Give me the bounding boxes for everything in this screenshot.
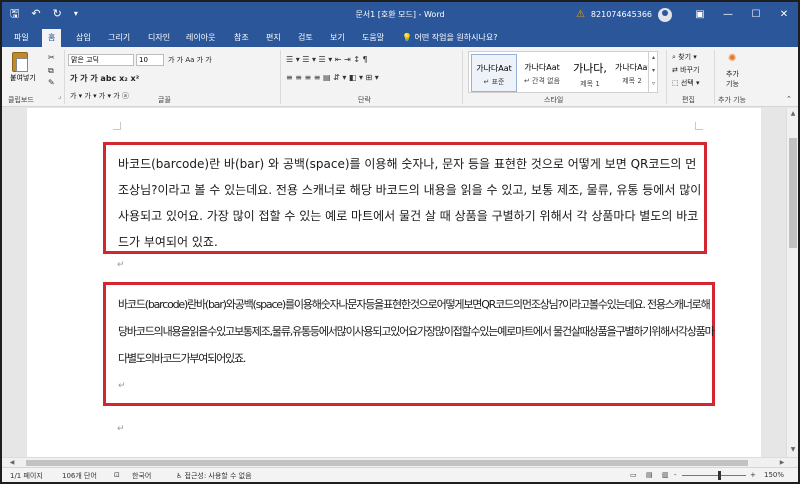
scroll-up-icon[interactable]: ▲ [787,110,798,117]
horizontal-scroll-thumb[interactable] [26,460,748,466]
tab-insert[interactable]: 삽입 [76,32,91,43]
format-painter-icon[interactable]: ✎ [48,78,55,87]
highlight-box-2: 바코드(barcode)란바(bar)와공백(space)를이용해숫자나문자등을… [103,282,715,406]
style-no-spacing[interactable]: 가나다Aat ↵ 간격 없음 [519,54,565,92]
bullets-icon[interactable]: ☰ ▾ ☰ ▾ ☰ ▾ ⇤ ⇥ ↕ ¶ [286,55,368,64]
page[interactable]: 바코드(barcode)란 바(bar) 와 공백(space)를 이용해 숫자… [27,108,761,457]
style-normal[interactable]: 가나다Aat ↵ 표준 [471,54,517,92]
tab-review[interactable]: 검토 [298,32,313,43]
find-button[interactable]: ⌕ 찾기 ▾ [672,52,697,62]
tab-layout[interactable]: 레이아웃 [186,32,215,43]
scroll-left-icon[interactable]: ◀ [6,459,18,466]
avatar[interactable] [658,7,672,22]
addins-button-line2[interactable]: 기능 [726,79,739,89]
tab-help[interactable]: 도움말 [362,32,384,43]
divider [280,50,281,104]
accessibility-status[interactable]: ♿ 접근성: 사용할 수 없음 [176,471,252,481]
tab-home[interactable]: 홈 [42,29,62,47]
zoom-in-button[interactable]: + [750,471,756,479]
align-icons[interactable]: ≡ ≡ ≡ ≡ ▤ ⇵ ▾ ◧ ▾ ⊞ ▾ [286,73,379,82]
font-name-select[interactable]: 맑은 고딕 [68,54,134,66]
zoom-out-button[interactable]: - [674,471,677,479]
group-label-clipboard: 클립보드 [8,96,34,104]
zoom-slider[interactable] [682,475,746,476]
paste-icon[interactable] [12,52,28,72]
paragraph-mark: ↵ [118,381,126,391]
tab-references[interactable]: 참조 [234,32,249,43]
divider [666,50,667,104]
proofing-icon[interactable]: ⊡ [114,471,120,479]
replace-button[interactable]: ⇄ 바꾸기 [672,65,699,75]
style-heading-1[interactable]: 가나다, 제목 1 [567,54,613,92]
tab-draw[interactable]: 그리기 [108,32,130,43]
margin-mark [695,122,703,130]
dialog-launcher-icon[interactable]: ⌟ [58,93,61,100]
scroll-down-icon[interactable]: ▼ [787,446,798,453]
vertical-scrollbar[interactable]: ▲ ▼ [786,108,798,457]
web-layout-icon[interactable]: ▥ [662,471,669,479]
tab-view[interactable]: 보기 [330,32,345,43]
font-color-row[interactable]: 가 ▾ 가 ▾ 가 ▾ 가 ⓐ [70,91,129,101]
print-layout-icon[interactable]: ▤ [646,471,653,479]
divider [462,50,463,104]
restore-icon[interactable]: ☐ [742,9,770,20]
horizontal-scrollbar[interactable]: ◀ ▶ [2,457,798,467]
highlight-box-1: 바코드(barcode)란 바(bar) 와 공백(space)를 이용해 숫자… [103,142,707,254]
tab-mailings[interactable]: 편지 [266,32,281,43]
word-window: 🖫 ↶ ↻ ▾ 문서1 [호환 모드] - Word ⚠ 82107464536… [2,2,798,482]
group-label-paragraph: 단락 [358,96,371,104]
ribbon-home: 붙여넣기 ✂ ⧉ ✎ 클립보드 ⌟ 맑은 고딕 10 가 가 Aa 가 가 가 … [2,47,798,107]
scroll-right-icon[interactable]: ▶ [776,459,788,466]
status-bar: 1/1 페이지 106개 단어 ⊡ 한국어 ♿ 접근성: 사용할 수 없음 ▭ … [2,467,798,482]
divider [714,50,715,104]
addins-button[interactable]: 추가 [726,69,739,79]
document-area: 바코드(barcode)란 바(bar) 와 공백(space)를 이용해 숫자… [2,108,786,457]
warning-icon[interactable]: ⚠ [576,9,585,20]
lightbulb-icon: 💡 [402,33,415,42]
style-heading-2[interactable]: 가나다Aat 제목 2 [615,54,649,92]
font-size-select[interactable]: 10 [136,54,164,66]
tab-design[interactable]: 디자인 [148,32,170,43]
zoom-slider-handle[interactable] [718,471,721,480]
accessibility-icon: ♿ [176,472,185,480]
collapse-ribbon-icon[interactable]: ⌃ [786,95,792,103]
font-size-tools[interactable]: 가 가 Aa 가 가 [168,55,212,65]
tab-file[interactable]: 파일 [14,32,29,43]
styles-gallery: 가나다Aat ↵ 표준 가나다Aat ↵ 간격 없음 가나다, 제목 1 가나다… [468,51,658,93]
paragraph-mark: ↵ [117,260,125,270]
ribbon-tabs: 파일 홈 삽입 그리기 디자인 레이아웃 참조 편지 검토 보기 도움말 💡 어… [2,27,798,47]
group-label-addins: 추가 기능 [718,96,746,104]
divider [64,50,65,104]
title-bar: 🖫 ↶ ↻ ▾ 문서1 [호환 모드] - Word ⚠ 82107464536… [2,2,798,27]
page-count[interactable]: 1/1 페이지 [10,471,43,481]
read-mode-icon[interactable]: ▭ [630,471,637,479]
paragraph-normal-spacing[interactable]: 바코드(barcode)란 바(bar) 와 공백(space)를 이용해 숫자… [118,151,708,255]
styles-scroll[interactable]: ▴ ▾ ▿ [648,51,658,93]
zoom-level[interactable]: 150% [764,471,784,479]
group-label-font: 글꼴 [158,96,171,104]
font-format-row[interactable]: 가 가 가 abc x₂ x² [70,73,139,84]
word-count[interactable]: 106개 단어 [62,471,97,481]
group-label-styles: 스타일 [544,96,564,104]
margin-mark [113,122,121,130]
select-button[interactable]: ⬚ 선택 ▾ [672,78,699,88]
cut-icon[interactable]: ✂ [48,53,55,62]
paragraph-mark: ↵ [117,424,125,434]
language[interactable]: 한국어 [132,471,151,481]
paragraph-condensed[interactable]: 바코드(barcode)란바(bar)와공백(space)를이용해숫자나문자등을… [118,291,718,372]
select-icon: ⬚ [672,79,681,87]
close-icon[interactable]: ✕ [770,9,798,20]
group-label-editing: 편집 [682,96,695,104]
user-account[interactable]: 821074645366 [591,10,652,19]
replace-icon: ⇄ [672,66,681,74]
vertical-scroll-thumb[interactable] [789,138,797,248]
minimize-icon[interactable]: — [714,9,742,20]
ribbon-display-icon[interactable]: ▣ [686,9,714,20]
tell-me-search[interactable]: 💡 어떤 작업을 원하시나요? [402,32,497,43]
paste-button[interactable]: 붙여넣기 [10,73,36,83]
addins-icon[interactable]: ✺ [728,53,736,64]
copy-icon[interactable]: ⧉ [48,66,54,76]
